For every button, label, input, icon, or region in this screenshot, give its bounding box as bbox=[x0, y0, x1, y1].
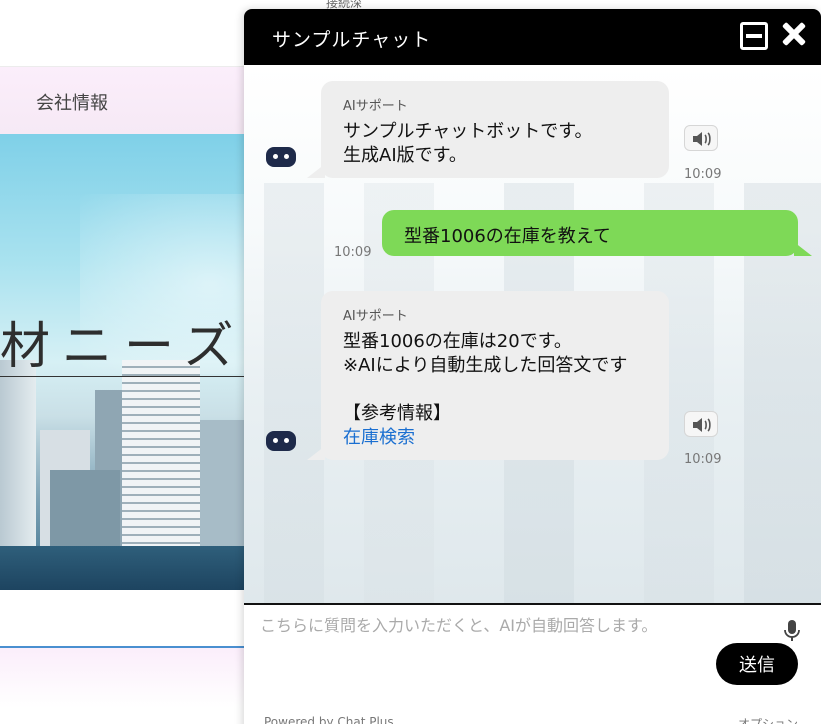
microphone-icon[interactable] bbox=[782, 619, 802, 643]
message-time: 10:09 bbox=[684, 167, 722, 182]
chat-message-input[interactable] bbox=[260, 615, 770, 667]
bot-message-line: サンプルチャットボットです。 bbox=[343, 121, 593, 142]
bot-message-bubble: AIサポート 型番1006の在庫は20です。 ※AIにより自動生成した回答文です… bbox=[307, 291, 669, 460]
close-icon[interactable] bbox=[778, 18, 810, 50]
bot-message-line: ※AIにより自動生成した回答文です bbox=[343, 355, 628, 376]
options-link[interactable]: オプション bbox=[738, 715, 798, 724]
chat-input-area: 送信 Powered by Chat Plus オプション bbox=[244, 603, 821, 724]
powered-by-text: Powered by Chat Plus bbox=[264, 715, 394, 724]
hero-building bbox=[50, 470, 120, 550]
chat-messages[interactable]: AIサポート サンプルチャットボットです。 生成AI版です。 10:09 10:… bbox=[244, 65, 821, 603]
speaker-icon[interactable] bbox=[684, 125, 718, 151]
hero-building bbox=[200, 420, 244, 550]
bot-message-line bbox=[343, 378, 647, 402]
robot-eye bbox=[284, 438, 289, 443]
minimize-icon[interactable] bbox=[740, 22, 768, 50]
robot-icon bbox=[266, 147, 296, 167]
message-time: 10:09 bbox=[684, 452, 722, 467]
speaker-icon-glyph bbox=[693, 418, 711, 432]
chat-header: サンプルチャット bbox=[244, 9, 821, 65]
user-message-bubble: 型番1006の在庫を教えて bbox=[382, 210, 812, 256]
bot-message-bubble: AIサポート サンプルチャットボットです。 生成AI版です。 bbox=[307, 81, 669, 178]
send-button[interactable]: 送信 bbox=[716, 643, 798, 685]
bot-message-line: 生成AI版です。 bbox=[343, 145, 467, 166]
robot-eye bbox=[273, 154, 278, 159]
message-time: 10:09 bbox=[334, 245, 372, 260]
stock-search-link[interactable]: 在庫検索 bbox=[343, 426, 647, 450]
hero-building bbox=[122, 360, 200, 550]
nav-item-company[interactable]: 会社情報 bbox=[36, 89, 108, 115]
minimize-bar bbox=[746, 34, 762, 38]
user-message-text: 型番1006の在庫を教えて bbox=[404, 226, 611, 247]
bot-sender-name: AIサポート bbox=[343, 309, 408, 324]
speaker-icon-glyph bbox=[693, 132, 711, 146]
bot-sender-name: AIサポート bbox=[343, 99, 408, 114]
robot-eye bbox=[284, 154, 289, 159]
chat-title: サンプルチャット bbox=[272, 29, 432, 51]
speaker-icon[interactable] bbox=[684, 411, 718, 437]
bot-message-line: 型番1006の在庫は20です。 bbox=[343, 331, 572, 352]
robot-icon bbox=[266, 431, 296, 451]
robot-eye bbox=[273, 438, 278, 443]
chat-widget: サンプルチャット AIサポート サンプルチャットボットです。 生成AI版です。 bbox=[244, 9, 821, 724]
hero-building bbox=[0, 360, 36, 550]
bot-message-line: 【参考情報】 bbox=[343, 403, 451, 424]
